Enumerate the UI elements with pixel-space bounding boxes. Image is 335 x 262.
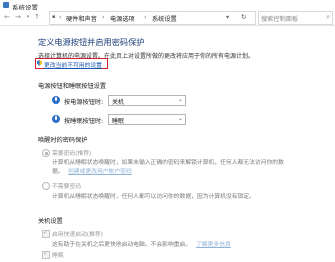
- fast-startup-label: 启用快速启动(推荐): [52, 232, 103, 238]
- chevron-down-icon[interactable]: ▾: [226, 14, 229, 21]
- require-password-label: 需要密码(推荐): [52, 151, 92, 157]
- breadcrumb-item-power[interactable]: 电源选项: [110, 14, 135, 23]
- no-password-label: 不需要密码: [52, 184, 81, 190]
- sleep-icon: [52, 115, 60, 123]
- recent-dropdown-icon[interactable]: ▾: [24, 13, 32, 21]
- sleep-button-select[interactable]: 睡眠 ⌄: [108, 114, 186, 125]
- sleep-checkbox-label: 睡眠: [52, 253, 64, 259]
- wake-password-section-title: 唤醒时的密码保护: [38, 137, 88, 144]
- search-input[interactable]: 搜索控制面板 ⌕: [258, 11, 333, 25]
- power-button-label: 按电源按钮时:: [64, 99, 104, 106]
- no-password-desc: 计算机从睡眠状态唤醒时，任何人都可以访问你的数据，因为计算机没有锁定。: [52, 194, 255, 200]
- fast-startup-checkbox[interactable]: [42, 229, 50, 238]
- control-panel-icon: [3, 2, 9, 8]
- shutdown-section-title: 关机设置: [38, 218, 63, 225]
- change-link-label[interactable]: 更改当前不可用的设置: [44, 60, 102, 69]
- address-bar: ← → ▾ ↑ ▪ › 硬件和声音 › 电源选项 › 系统设置 ▾ ↻ 搜索控制…: [0, 10, 335, 26]
- breadcrumb-separator: ›: [144, 14, 147, 21]
- breadcrumb[interactable]: ▪ › 硬件和声音 › 电源选项 › 系统设置 ▾: [49, 11, 256, 25]
- power-button-select[interactable]: 关机 ⌄: [108, 95, 186, 106]
- page-title: 定义电源按钮并启用密码保护: [38, 37, 145, 47]
- power-buttons-section-title: 电源按钮和睡眠按钮设置: [38, 83, 107, 90]
- require-password-desc-cont: 据。: [52, 169, 64, 175]
- breadcrumb-item-hardware[interactable]: 硬件和声音: [66, 14, 97, 23]
- search-icon[interactable]: ⌕: [326, 13, 330, 22]
- require-password-radio[interactable]: [42, 149, 50, 157]
- sleep-checkbox[interactable]: [42, 250, 50, 259]
- breadcrumb-separator: ›: [59, 14, 62, 21]
- fast-startup-desc: 这有助于在关机之后更快地启动电脑。不会影响重启。: [52, 242, 192, 248]
- require-password-desc: 计算机从睡眠状态唤醒时，如果未输入正确的密码来解锁计算机，任何人都无法访问你的数: [52, 160, 284, 166]
- forward-arrow-icon[interactable]: →: [14, 13, 22, 21]
- main-content: 定义电源按钮并启用密码保护 选择计算机的电源设置。在此页上对设置所做的更改将应用…: [0, 25, 335, 262]
- no-password-radio[interactable]: [42, 182, 50, 190]
- refresh-icon[interactable]: ↻: [241, 13, 246, 21]
- breadcrumb-item-system[interactable]: 系统设置: [152, 14, 177, 23]
- chevron-down-icon: ⌄: [177, 115, 183, 122]
- sleep-button-value: 睡眠: [112, 118, 125, 125]
- shield-icon: [37, 60, 42, 66]
- power-icon: [52, 96, 60, 104]
- title-bar: 系统设置: [0, 0, 335, 12]
- search-placeholder: 搜索控制面板: [261, 16, 299, 23]
- up-arrow-icon[interactable]: ↑: [33, 13, 41, 21]
- learn-more-link[interactable]: 了解更多信息: [196, 239, 231, 248]
- change-unavailable-settings-link[interactable]: 更改当前不可用的设置: [35, 58, 108, 69]
- power-button-value: 关机: [112, 99, 125, 106]
- create-change-password-link[interactable]: 创建或更改用户帐户密码: [68, 166, 132, 175]
- folder-icon: ▪: [52, 14, 56, 20]
- chevron-down-icon: ⌄: [177, 96, 183, 103]
- breadcrumb-separator: ›: [102, 14, 105, 21]
- sleep-button-label: 按睡眠按钮时:: [64, 118, 104, 125]
- back-arrow-icon[interactable]: ←: [3, 13, 11, 21]
